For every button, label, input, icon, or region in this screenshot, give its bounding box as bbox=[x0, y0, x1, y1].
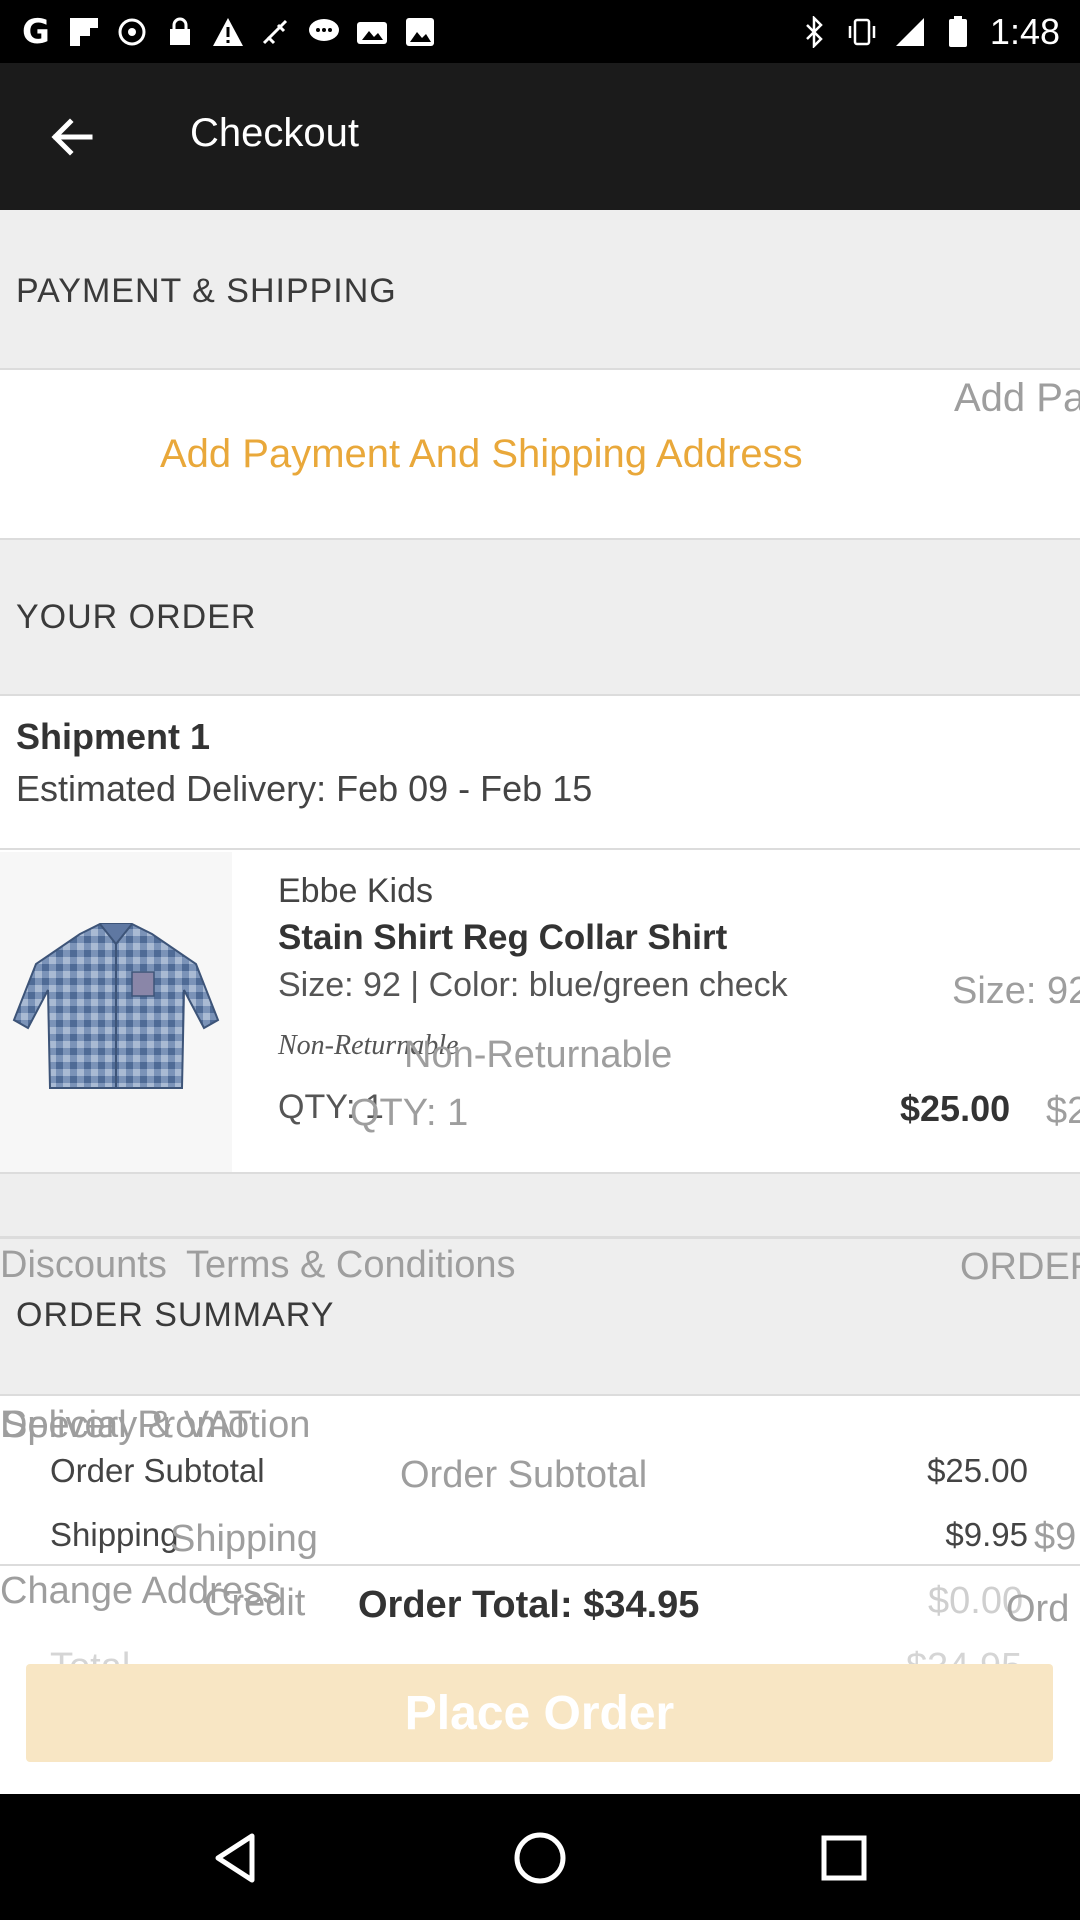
ghost-shipping-value: $9 bbox=[1034, 1516, 1077, 1558]
vibrate-icon bbox=[846, 16, 878, 48]
battery-icon bbox=[942, 16, 974, 48]
ghost-credit: Credit bbox=[204, 1582, 306, 1624]
nav-recents-icon bbox=[821, 1835, 867, 1881]
order-total: Order Total: $34.95 bbox=[358, 1584, 700, 1626]
clock: 1:48 bbox=[989, 11, 1060, 52]
ghost-special-promotion: Special Promotion bbox=[2, 1404, 311, 1446]
divider bbox=[0, 848, 1080, 850]
shipping-value: $9.95 bbox=[945, 1516, 1028, 1553]
product-size-color: Size: 92 | Color: blue/green check bbox=[278, 966, 788, 1004]
flipboard-icon bbox=[68, 16, 100, 48]
payment-section-label: PAYMENT & SHIPPING bbox=[16, 272, 397, 310]
nav-home-icon bbox=[514, 1832, 566, 1884]
arrow-left-icon bbox=[51, 118, 93, 156]
image-icon bbox=[404, 16, 436, 48]
back-button[interactable] bbox=[40, 105, 104, 169]
divider bbox=[0, 1394, 1080, 1396]
google-icon: G bbox=[22, 12, 50, 52]
hotspot-icon bbox=[116, 16, 148, 48]
ghost-size-text: Size: 92 bbox=[952, 970, 1080, 1012]
no-signal-icon bbox=[260, 16, 292, 48]
ghost-price: $2 bbox=[1046, 1090, 1080, 1132]
status-icons-right: 1:48 bbox=[798, 8, 1060, 56]
nav-home-button[interactable] bbox=[504, 1822, 576, 1894]
app-bar: Checkout bbox=[0, 63, 1080, 210]
ghost-terms: Terms & Conditions bbox=[186, 1244, 516, 1286]
ghost-non-returnable: Non-Returnable bbox=[404, 1034, 673, 1076]
ghost-subtotal: Order Subtotal bbox=[400, 1454, 648, 1496]
product-brand: Ebbe Kids bbox=[278, 872, 433, 910]
chat-icon bbox=[308, 16, 340, 48]
photo-icon bbox=[356, 16, 388, 48]
summary-section-label: ORDER SUMMARY bbox=[16, 1296, 335, 1334]
ghost-qty: QTY: 1 bbox=[350, 1092, 469, 1134]
status-bar: G 1:48 bbox=[0, 0, 1080, 63]
order-section-label: YOUR ORDER bbox=[16, 598, 257, 636]
nav-back-button[interactable] bbox=[200, 1822, 272, 1894]
nav-recents-button[interactable] bbox=[808, 1822, 880, 1894]
divider bbox=[0, 1236, 1080, 1239]
divider bbox=[0, 1564, 1080, 1566]
ghost-order-total-label: Ord bbox=[1006, 1588, 1070, 1630]
subtotal-label: Order Subtotal bbox=[50, 1452, 265, 1489]
ghost-order-label: ORDER bbox=[960, 1246, 1080, 1288]
signal-icon bbox=[894, 16, 926, 48]
shipping-label: Shipping bbox=[50, 1516, 179, 1553]
lock-icon bbox=[164, 16, 196, 48]
product-price: $25.00 bbox=[900, 1088, 1011, 1129]
subtotal-value: $25.00 bbox=[927, 1452, 1028, 1489]
system-nav-bar bbox=[0, 1794, 1080, 1920]
page-title: Checkout bbox=[190, 111, 359, 155]
shipment-title: Shipment 1 bbox=[16, 716, 211, 757]
product-image[interactable] bbox=[0, 852, 232, 1172]
warning-icon bbox=[212, 16, 244, 48]
status-icons-left: G bbox=[20, 8, 436, 56]
bluetooth-icon bbox=[798, 16, 830, 48]
divider bbox=[0, 694, 1080, 696]
ghost-add-text: Add Pa bbox=[954, 376, 1080, 420]
ghost-shipping: Shipping bbox=[170, 1518, 318, 1560]
product-name[interactable]: Stain Shirt Reg Collar Shirt bbox=[278, 918, 727, 958]
estimated-delivery: Estimated Delivery: Feb 09 - Feb 15 bbox=[16, 768, 593, 809]
add-payment-shipping-link[interactable]: Add Payment And Shipping Address bbox=[160, 432, 803, 477]
ghost-discounts: Discounts bbox=[0, 1244, 167, 1286]
divider bbox=[0, 368, 1080, 370]
nav-back-icon bbox=[215, 1833, 255, 1883]
shirt-thumbnail bbox=[12, 923, 220, 1089]
place-order-button[interactable]: Place Order bbox=[26, 1664, 1053, 1762]
